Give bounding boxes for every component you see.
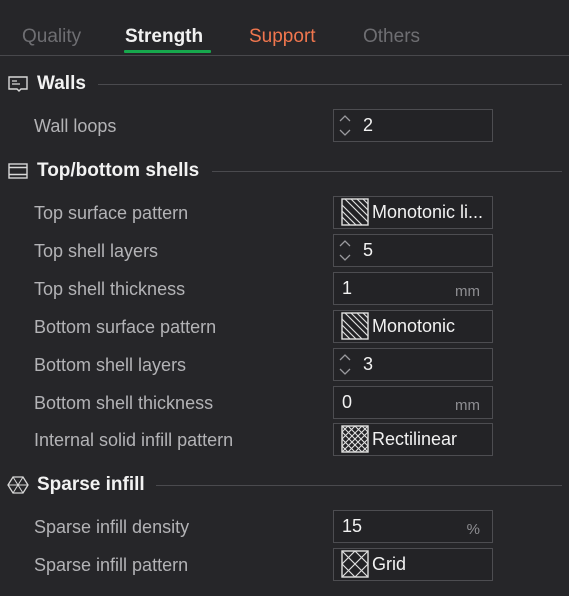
print-settings-panel: Quality Strength Support Others Walls Wa… bbox=[0, 0, 569, 596]
walls-icon bbox=[8, 76, 28, 92]
top-shell-thickness-input[interactable]: 1 mm bbox=[333, 272, 493, 305]
bottom-shell-layers-spinner[interactable] bbox=[334, 349, 356, 380]
sparse-infill-density-label: Sparse infill density bbox=[34, 517, 190, 537]
chevron-down-icon[interactable] bbox=[337, 365, 353, 379]
top-shell-layers-input[interactable]: 5 bbox=[333, 234, 493, 267]
bottom-surface-pattern-label: Bottom surface pattern bbox=[34, 317, 217, 337]
chevron-up-icon[interactable] bbox=[337, 350, 353, 364]
wall-loops-spinner[interactable] bbox=[334, 110, 356, 141]
tab-others[interactable]: Others bbox=[363, 24, 420, 50]
bottom-shell-layers-value: 3 bbox=[363, 354, 374, 374]
bottom-shell-layers-label: Bottom shell layers bbox=[34, 355, 187, 375]
bottom-surface-pattern-select[interactable]: Monotonic bbox=[333, 310, 493, 343]
wall-loops-input[interactable]: 2 bbox=[333, 109, 493, 142]
tab-strength[interactable]: Strength bbox=[125, 24, 203, 50]
section-shells-header: Top/bottom shells bbox=[0, 157, 569, 185]
section-title-walls: Walls bbox=[37, 73, 86, 94]
bottom-shell-thickness-input[interactable]: 0 mm bbox=[333, 386, 493, 419]
internal-solid-infill-pattern-select[interactable]: Rectilinear bbox=[333, 423, 493, 456]
section-divider bbox=[98, 84, 562, 85]
section-walls-header: Walls bbox=[0, 70, 569, 98]
top-shell-thickness-label: Top shell thickness bbox=[34, 279, 186, 299]
row-bottom-shell-thickness: Bottom shell thickness 0 mm bbox=[0, 386, 569, 420]
settings-tab-bar: Quality Strength Support Others bbox=[0, 0, 569, 56]
sparse-infill-density-input[interactable]: 15 % bbox=[333, 510, 493, 543]
top-shell-layers-label: Top shell layers bbox=[34, 241, 159, 261]
section-divider bbox=[212, 171, 562, 172]
row-top-shell-thickness: Top shell thickness 1 mm bbox=[0, 272, 569, 306]
monotonic-pattern-icon bbox=[341, 198, 369, 226]
sparse-infill-pattern-value: Grid bbox=[372, 554, 407, 574]
bottom-shell-layers-input[interactable]: 3 bbox=[333, 348, 493, 381]
top-surface-pattern-value: Monotonic li... bbox=[372, 202, 484, 222]
sparse-infill-density-unit: % bbox=[466, 521, 480, 538]
grid-pattern-icon bbox=[341, 550, 369, 578]
row-sparse-infill-pattern: Sparse infill pattern Grid bbox=[0, 548, 569, 582]
section-sparse-infill-header: Sparse infill bbox=[0, 471, 569, 499]
tab-quality[interactable]: Quality bbox=[22, 24, 81, 50]
top-shell-layers-spinner[interactable] bbox=[334, 235, 356, 266]
bottom-surface-pattern-value: Monotonic bbox=[372, 316, 456, 336]
active-tab-indicator bbox=[124, 50, 211, 53]
bottom-shell-thickness-label: Bottom shell thickness bbox=[34, 393, 214, 413]
top-shell-thickness-unit: mm bbox=[455, 283, 480, 300]
top-shell-layers-value: 5 bbox=[363, 240, 374, 260]
wall-loops-label: Wall loops bbox=[34, 116, 117, 136]
internal-solid-infill-pattern-label: Internal solid infill pattern bbox=[34, 430, 234, 450]
sparse-infill-pattern-label: Sparse infill pattern bbox=[34, 555, 189, 575]
internal-solid-infill-pattern-value: Rectilinear bbox=[372, 429, 458, 449]
row-wall-loops: Wall loops 2 bbox=[0, 109, 569, 143]
row-bottom-surface-pattern: Bottom surface pattern Monotonic bbox=[0, 310, 569, 344]
tab-support[interactable]: Support bbox=[249, 24, 316, 50]
bottom-shell-thickness-value: 0 bbox=[342, 392, 353, 412]
monotonic-pattern-icon bbox=[341, 312, 369, 340]
sparse-infill-pattern-select[interactable]: Grid bbox=[333, 548, 493, 581]
row-sparse-infill-density: Sparse infill density 15 % bbox=[0, 510, 569, 544]
sparse-infill-density-value: 15 bbox=[342, 516, 363, 536]
wall-loops-value: 2 bbox=[363, 115, 374, 135]
row-bottom-shell-layers: Bottom shell layers 3 bbox=[0, 348, 569, 382]
section-title-shells: Top/bottom shells bbox=[37, 160, 200, 181]
section-divider bbox=[156, 485, 562, 486]
sparse-infill-icon bbox=[7, 476, 29, 494]
row-top-surface-pattern: Top surface pattern Monotonic li... bbox=[0, 196, 569, 230]
chevron-down-icon[interactable] bbox=[337, 126, 353, 140]
rectilinear-pattern-icon bbox=[341, 425, 369, 453]
section-title-sparse-infill: Sparse infill bbox=[37, 474, 145, 495]
row-internal-solid-infill-pattern: Internal solid infill pattern Rectilinea… bbox=[0, 423, 569, 457]
top-surface-pattern-select[interactable]: Monotonic li... bbox=[333, 196, 493, 229]
row-top-shell-layers: Top shell layers 5 bbox=[0, 234, 569, 268]
top-shell-thickness-value: 1 bbox=[342, 278, 353, 298]
shells-icon bbox=[8, 163, 28, 179]
chevron-up-icon[interactable] bbox=[337, 236, 353, 250]
chevron-up-icon[interactable] bbox=[337, 111, 353, 125]
chevron-down-icon[interactable] bbox=[337, 251, 353, 265]
bottom-shell-thickness-unit: mm bbox=[455, 397, 480, 414]
top-surface-pattern-label: Top surface pattern bbox=[34, 203, 189, 223]
